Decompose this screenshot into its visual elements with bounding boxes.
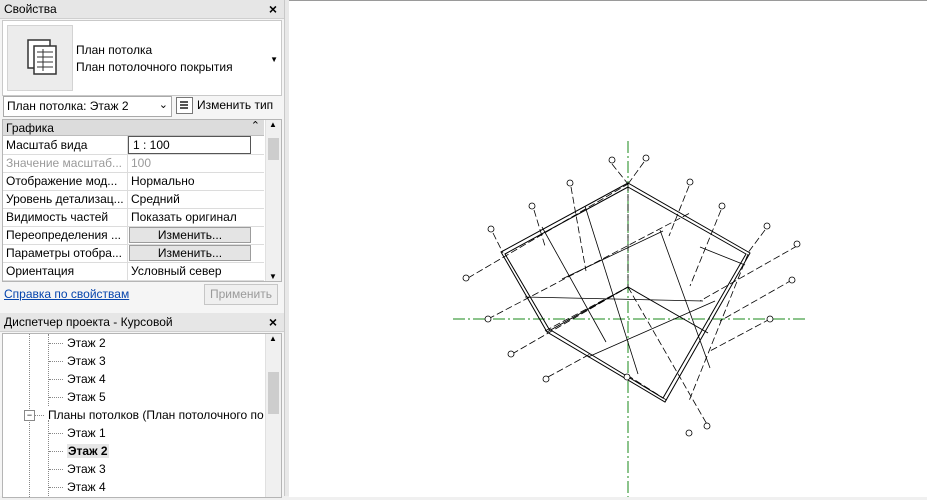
scrollbar-thumb[interactable] [268, 138, 279, 160]
property-name: Уровень детализац... [6, 192, 124, 206]
close-icon[interactable]: × [269, 0, 277, 18]
edit-type-icon [176, 97, 193, 114]
property-row: Значение масштаб... 100 [3, 154, 264, 173]
property-row: Переопределения ... Изменить... [3, 226, 264, 245]
property-value[interactable]: Средний [131, 192, 180, 206]
tree-item[interactable]: Этаж 4 [67, 480, 106, 494]
ceiling-plan-icon [7, 25, 73, 91]
property-value[interactable]: Показать оригинал [131, 210, 237, 224]
tree-item[interactable]: Этаж 2 [67, 336, 106, 350]
chevron-down-icon: ⌄ [158, 99, 168, 111]
properties-scrollbar[interactable]: ▲ ▼ [265, 120, 281, 281]
property-name: Масштаб вида [6, 138, 88, 152]
close-icon[interactable]: × [269, 313, 277, 331]
property-row[interactable]: Уровень детализац... Средний [3, 190, 264, 209]
property-name: Переопределения ... [6, 228, 122, 242]
scroll-up-icon[interactable]: ▲ [269, 120, 277, 129]
tree-item[interactable]: Этаж 3 [67, 462, 106, 476]
type-name: План потолочного покрытия [76, 60, 233, 74]
view-scale-input[interactable]: 1 : 100 [128, 136, 251, 154]
property-name: Значение масштаб... [6, 156, 123, 170]
type-family: План потолка [76, 43, 153, 57]
type-selector[interactable]: План потолка План потолочного покрытия ▼ [2, 20, 282, 96]
property-value: 1 : 100 [133, 138, 170, 152]
collapse-icon[interactable]: ⌃ [251, 120, 260, 132]
tree-group-ceiling-plans[interactable]: Планы потолков (План потолочного по [48, 408, 264, 422]
property-row[interactable]: Ориентация Условный север [3, 262, 264, 281]
tree-item[interactable]: Этаж 4 [67, 372, 106, 386]
collapse-node-icon[interactable]: − [24, 410, 35, 421]
view-instance-combo[interactable]: План потолка: Этаж 2 ⌄ [3, 96, 172, 117]
project-browser-tree: Этаж 2 Этаж 3 Этаж 4 Этаж 5 − Планы пото… [2, 333, 282, 498]
apply-button[interactable]: Применить [204, 284, 278, 305]
grid-bubbles [462, 154, 801, 437]
properties-titlebar: Свойства × [0, 0, 284, 19]
project-browser-titlebar: Диспетчер проекта - Курсовой × [0, 313, 284, 332]
scrollbar-thumb[interactable] [268, 372, 279, 414]
drawing-canvas[interactable] [289, 0, 927, 497]
group-header-graphics[interactable]: Графика ⌃ [3, 120, 264, 136]
tree-item[interactable]: Этаж 5 [67, 390, 106, 404]
dropdown-arrow-icon[interactable]: ▼ [270, 55, 278, 64]
project-browser-scrollbar[interactable]: ▲ [265, 334, 281, 497]
tree-item[interactable]: Этаж 1 [67, 426, 106, 440]
property-value[interactable]: Условный север [131, 264, 222, 278]
group-header-label: Графика [6, 121, 54, 135]
grid-lines [467, 161, 798, 427]
view-instance-value: План потолка: Этаж 2 [7, 99, 129, 113]
property-name: Параметры отобра... [6, 246, 122, 260]
property-value: 100 [131, 156, 152, 170]
left-panels: Свойства × План потолка План потолочного… [0, 0, 284, 498]
instance-selector-row: План потолка: Этаж 2 ⌄ Изменить тип [2, 96, 280, 118]
edit-type-label: Изменить тип [197, 98, 274, 112]
properties-grid: Графика ⌃ Масштаб вида 1 : 100 Значение … [2, 119, 282, 282]
scroll-down-icon[interactable]: ▼ [269, 272, 277, 281]
property-name: Видимость частей [6, 210, 109, 224]
ceiling-plan-drawing [453, 141, 808, 497]
tree-item-selected[interactable]: Этаж 2 [67, 444, 109, 458]
property-name: Отображение мод... [6, 174, 118, 188]
edit-display-options-button[interactable]: Изменить... [129, 245, 251, 261]
edit-overrides-button[interactable]: Изменить... [129, 227, 251, 243]
properties-help-link[interactable]: Справка по свойствам [4, 287, 129, 301]
project-browser-title: Диспетчер проекта - Курсовой [4, 315, 173, 329]
property-name: Ориентация [6, 264, 75, 278]
property-row: Масштаб вида 1 : 100 [3, 136, 264, 155]
property-row[interactable]: Видимость частей Показать оригинал [3, 208, 264, 227]
scroll-up-icon[interactable]: ▲ [269, 334, 277, 343]
property-row[interactable]: Отображение мод... Нормально [3, 172, 264, 191]
property-row: Параметры отобра... Изменить... [3, 244, 264, 263]
properties-title: Свойства [4, 2, 57, 16]
property-value[interactable]: Нормально [131, 174, 195, 188]
tree-item[interactable]: Этаж 3 [67, 354, 106, 368]
